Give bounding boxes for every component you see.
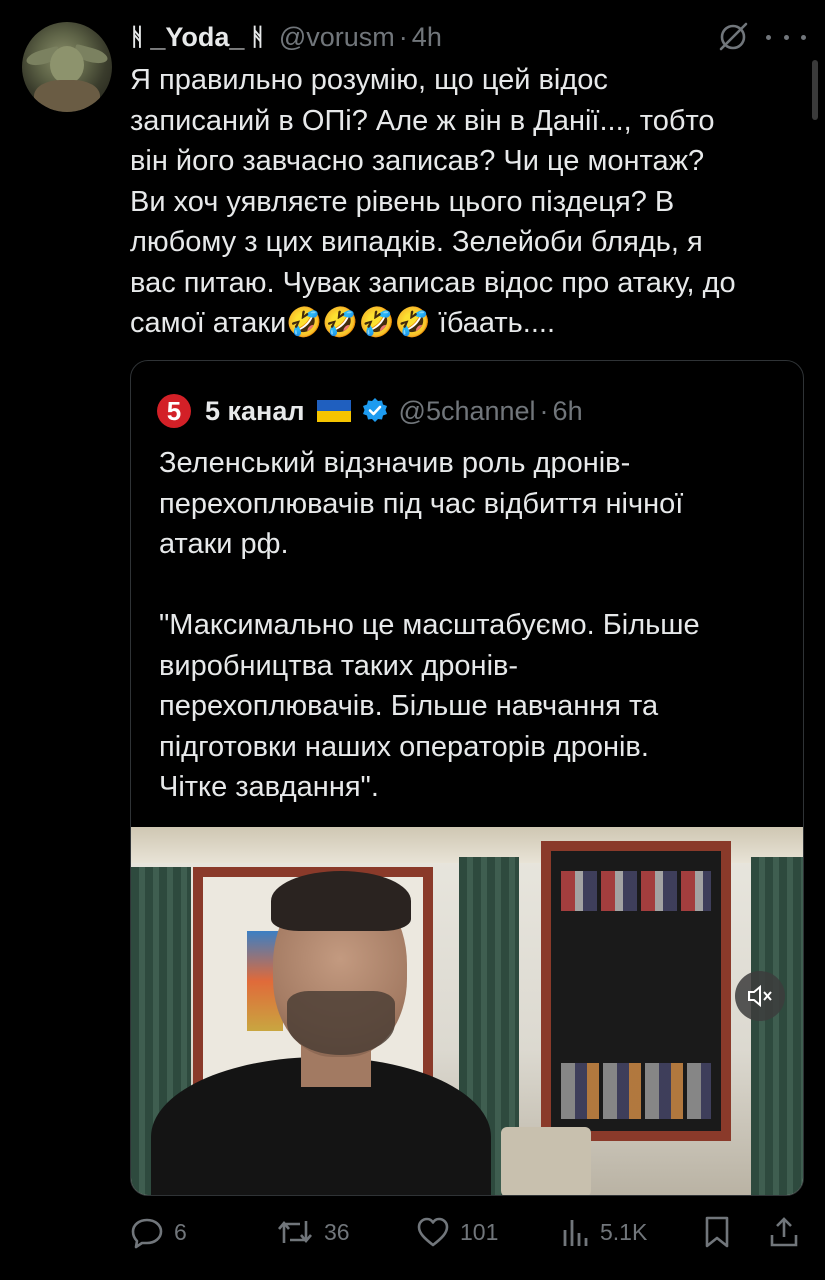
avatar[interactable] [22,22,112,112]
quote-separator-dot: · [539,395,549,426]
share-icon [770,1217,798,1247]
avatar-face [50,46,84,84]
video-chair [501,1127,591,1195]
quoted-tweet[interactable]: 5 5 канал @5channel · 6h Зеленський відз… [130,360,804,1196]
repost-count: 36 [324,1218,350,1245]
video-patches-bottom [561,1063,711,1119]
quote-text: Зеленський відзначив роль дронів- перехо… [159,447,700,803]
views-chart-icon [563,1220,588,1246]
like-count: 101 [460,1218,499,1245]
share-button[interactable] [768,1204,800,1260]
video-patches-top [561,871,711,911]
grok-icon[interactable] [716,20,750,54]
views-button[interactable]: 5.1K [560,1204,647,1260]
speaker-muted-icon [748,984,772,1008]
bookmark-button[interactable] [702,1204,732,1260]
mute-button[interactable] [735,971,785,1021]
tweet-time[interactable]: 4h [412,22,442,53]
scrollbar[interactable] [812,60,818,120]
view-count: 5.1K [600,1218,648,1245]
video-pillar-right [751,857,803,1195]
author-handle[interactable]: @vorusm [279,22,395,53]
avatar-robe [34,80,100,112]
repost-icon [278,1220,312,1244]
tweet-text: Я правильно розумію, що цей відос записа… [130,64,736,339]
like-button[interactable]: 101 [416,1204,498,1260]
author-display-name[interactable]: _Yoda_ [150,22,244,53]
rune-left: ᚻ [130,23,145,51]
verified-badge-icon [362,398,387,422]
channel-logo-icon[interactable]: 5 [157,394,191,428]
reply-icon [131,1218,163,1249]
ukraine-flag-icon [316,400,351,422]
video-person-beard [287,991,395,1055]
bookmark-icon [705,1216,729,1248]
action-bar: 6 36 101 5.1K [130,1204,810,1260]
more-options-icon[interactable] [766,22,806,52]
reply-button[interactable]: 6 [130,1204,187,1260]
rune-right: ᚻ [250,23,265,51]
reply-count: 6 [174,1218,187,1245]
quote-time[interactable]: 6h [553,396,583,427]
quote-author-handle[interactable]: @5channel [399,396,536,427]
separator-dot: · [398,21,408,52]
heart-icon [417,1217,449,1247]
tweet-header: ᚻ _Yoda_ ᚻ @vorusm · 4h [130,18,442,56]
video-thumbnail[interactable] [131,827,803,1195]
video-person-hair [271,871,411,931]
quote-author-name[interactable]: 5 канал [205,396,305,427]
repost-button[interactable]: 36 [276,1204,350,1260]
quote-header: 5 5 канал @5channel · 6h [157,391,583,431]
